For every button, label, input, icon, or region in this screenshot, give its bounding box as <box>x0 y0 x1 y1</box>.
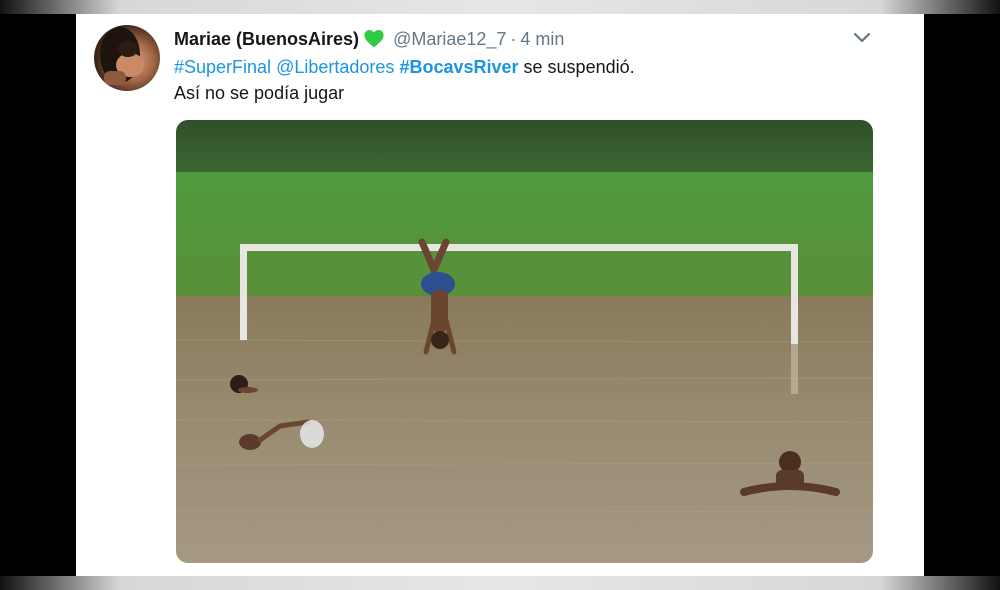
bottom-frame-bar <box>0 576 1000 590</box>
grass-bank <box>176 172 873 300</box>
timestamp[interactable]: 4 min <box>520 29 564 50</box>
tweet-text-rest: se suspendió. <box>523 57 635 77</box>
mention-libertadores[interactable]: @Libertadores <box>276 57 394 77</box>
tweet-card: Mariae (BuenosAires) @Mariae12_7 · 4 min… <box>76 14 924 576</box>
flooded-soccer-field-photo <box>176 120 873 563</box>
display-name[interactable]: Mariae (BuenosAires) <box>174 29 359 50</box>
top-frame-bar <box>0 0 1000 14</box>
user-handle[interactable]: @Mariae12_7 <box>393 29 506 50</box>
tweet-text: #SuperFinal @Libertadores #BocavsRiver s… <box>174 54 874 106</box>
floodwater <box>176 296 873 563</box>
hashtag-bocavsriver[interactable]: #BocavsRiver <box>399 57 518 77</box>
meta-separator: · <box>510 28 517 49</box>
avatar-photo <box>100 27 144 85</box>
tree-line <box>176 120 873 178</box>
tweet-text-line-1: #SuperFinal @Libertadores #BocavsRiver s… <box>174 54 874 80</box>
tweet-media-photo[interactable] <box>176 120 873 563</box>
chevron-down-icon[interactable] <box>852 30 872 46</box>
green-heart-icon <box>364 30 384 48</box>
tweet-header: Mariae (BuenosAires) @Mariae12_7 · 4 min <box>174 26 564 52</box>
avatar[interactable] <box>94 25 160 91</box>
hashtag-superfinal[interactable]: #SuperFinal <box>174 57 271 77</box>
tweet-text-line-2: Así no se podía jugar <box>174 83 345 103</box>
